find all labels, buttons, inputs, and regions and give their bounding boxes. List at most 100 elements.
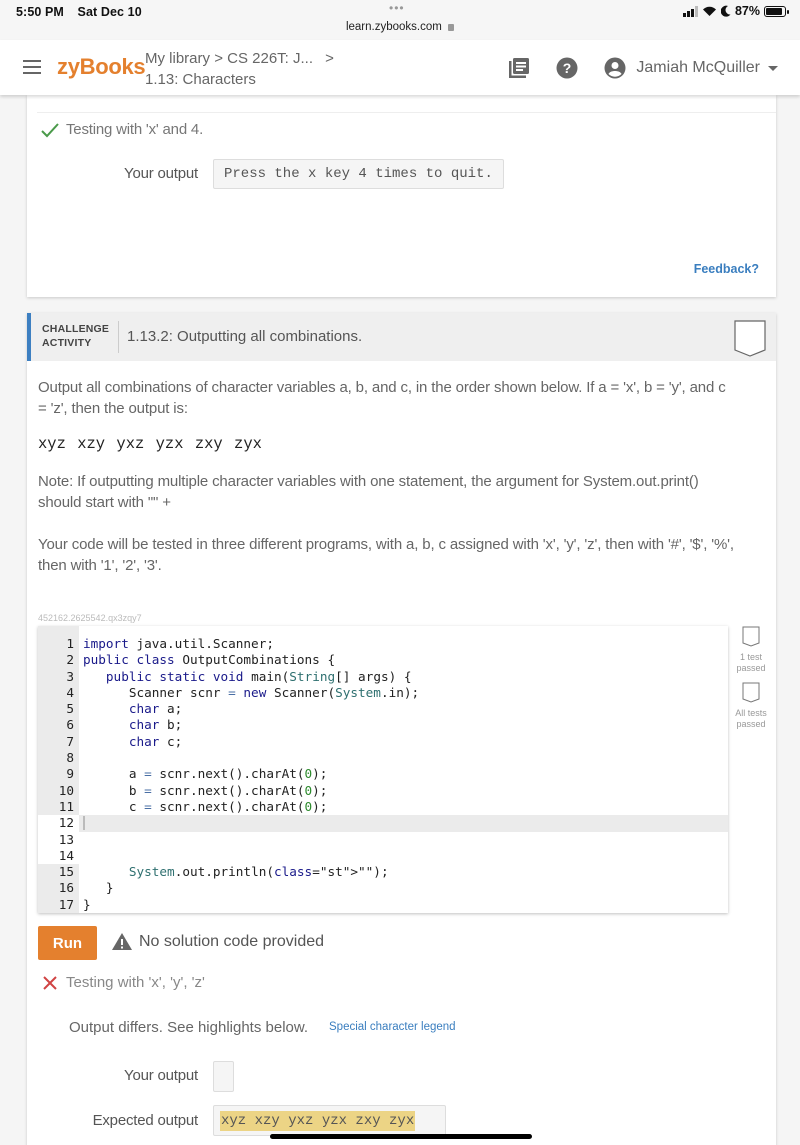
code-line: 1 import java.util.Scanner; [38,636,728,652]
test-result-failed: Testing with 'x', 'y', 'z' [42,974,205,991]
code-editor[interactable]: 1 import java.util.Scanner; 2 public class … [38,626,728,913]
line-number: 5 [66,701,74,717]
test-badge: 1 test passed [733,626,769,674]
line-number: 8 [66,750,74,766]
code-line[interactable]: 13 [38,831,728,849]
activity-kind-line2: ACTIVITY [42,337,92,349]
help-icon[interactable]: ? [555,56,579,80]
activity-title: 1.13.2: Outputting all combinations. [127,328,363,345]
run-button[interactable]: Run [38,926,97,960]
your-output-box: Press the x key 4 times to quit. [213,159,504,189]
test-badge-icon [742,626,760,647]
code-text: System.out.println(class="st">""); [128,864,389,880]
activity-id: 452162.2625542.qx3zqy7 [38,613,142,623]
status-time-date: 5:50 PM Sat Dec 10 [16,5,152,19]
code-text: public static void main(String[] args) { [105,668,412,684]
check-icon [41,122,59,137]
line-number: 6 [66,717,74,733]
line-number: 2 [66,652,74,668]
your-output-label: Your output [124,1067,198,1084]
challenge-activity-card: CHALLENGE ACTIVITY 1.13.2: Outputting al… [27,313,776,1145]
breadcrumb-separator: > [325,50,334,67]
line-number: 4 [66,684,74,700]
fail-test-label: Testing with 'x', 'y', 'z' [66,974,205,991]
output-differs-text: Output differs. See highlights below. [69,1019,309,1036]
code-text: } [83,880,114,896]
line-number: 11 [58,798,74,814]
home-indicator[interactable] [270,1134,532,1139]
test-badge-label: All tests [735,708,767,718]
status-date: Sat Dec 10 [77,5,142,19]
code-line: 2 public class OutputCombinations { [38,652,728,668]
prompt-paragraph-3: Your code will be tested in three differ… [38,536,734,574]
menu-icon[interactable] [23,60,41,74]
completion-badge-icon [734,320,766,357]
code-text: a = scnr.next().charAt(0); [83,766,328,782]
status-bar: 5:50 PM Sat Dec 10 ••• learn.zybooks.com… [0,0,800,40]
code-line: 7 char c; [38,734,728,750]
test-badge-label: passed [736,719,766,729]
battery-percent: 87% [734,4,760,18]
code-text: } [83,896,91,912]
line-number: 16 [58,880,74,896]
code-text: public class OutputCombinations { [83,652,336,668]
line-number: 12 [38,815,74,832]
code-line: 10 b = scnr.next().charAt(0); [38,783,728,799]
breadcrumb-course[interactable]: CS 226T: J... [227,50,313,67]
user-name[interactable]: Jamiah McQuiller [636,59,760,77]
code-line[interactable]: 12 [38,815,728,832]
status-time: 5:50 PM [16,5,64,19]
code-line: 15 System.out.println(class="st">""); [38,864,728,880]
code-text: Scanner scnr = new Scanner(System.in); [83,684,420,700]
activity-kind: CHALLENGE ACTIVITY [42,322,109,350]
line-number: 13 [38,831,74,848]
breadcrumb: My library > CS 226T: J... > 1.13: Chara… [145,48,334,90]
special-character-legend-link[interactable]: Special character legend [329,1021,456,1033]
code-text: char c; [128,733,183,749]
moon-icon [720,5,731,17]
signal-icon [682,5,698,17]
warning-icon [112,933,132,950]
status-indicators: 87% [682,4,789,18]
account-icon[interactable] [603,56,627,80]
test-label: Testing with 'x' and 4. [66,121,204,138]
app-header: zyBooks My library > CS 226T: J... > 1.1… [0,40,800,95]
line-number: 3 [66,668,74,684]
code-text: char a; [128,701,183,717]
multitasking-dots-icon[interactable]: ••• [389,1,405,15]
line-number: 9 [66,766,74,782]
prompt-note: Note: If outputting multiple character v… [38,473,699,511]
test-badges: 1 test passed All tests passed [733,626,769,738]
line-number: 1 [66,636,74,651]
zybooks-logo[interactable]: zyBooks [57,54,146,80]
expected-output-label: Expected output [92,1112,199,1129]
test-result-passed: Testing with 'x' and 4. [40,121,203,138]
code-line: 3 public static void main(String[] args)… [38,669,728,685]
battery-icon [764,5,789,17]
code-line: 4 Scanner scnr = new Scanner(System.in); [38,685,728,701]
code-text: import java.util.Scanner; [83,636,274,651]
your-output-box [213,1061,234,1092]
chevron-down-icon[interactable] [768,65,778,71]
code-line: 5 char a; [38,701,728,717]
previous-activity-card: Testing with 'x' and 4. Your output Pres… [27,95,776,297]
code-line[interactable]: 14 [38,847,728,865]
expected-combinations: xyz xzy yxz yzx zxy zyx [38,435,262,453]
code-line: 16 } [38,880,728,896]
feedback-link[interactable]: Feedback? [694,262,759,276]
code-text: char b; [128,717,183,733]
line-number: 17 [58,896,74,912]
breadcrumb-separator: > [214,50,223,67]
breadcrumb-my-library[interactable]: My library [145,50,210,67]
url-text: learn.zybooks.com [345,21,442,33]
library-icon[interactable] [507,56,531,80]
breadcrumb-section[interactable]: 1.13: Characters [145,69,334,90]
address-bar[interactable]: learn.zybooks.com [0,21,800,33]
code-text: c = scnr.next().charAt(0); [83,798,328,814]
expected-output-box: xyz xzy yxz yzx zxy zyx [213,1105,446,1136]
svg-text:?: ? [563,60,572,76]
prompt-paragraph-1: Output all combinations of character var… [38,379,726,417]
code-line: 9 a = scnr.next().charAt(0); [38,766,728,782]
code-lines[interactable]: 1 import java.util.Scanner; 2 public class … [38,636,728,913]
x-icon [43,975,57,990]
